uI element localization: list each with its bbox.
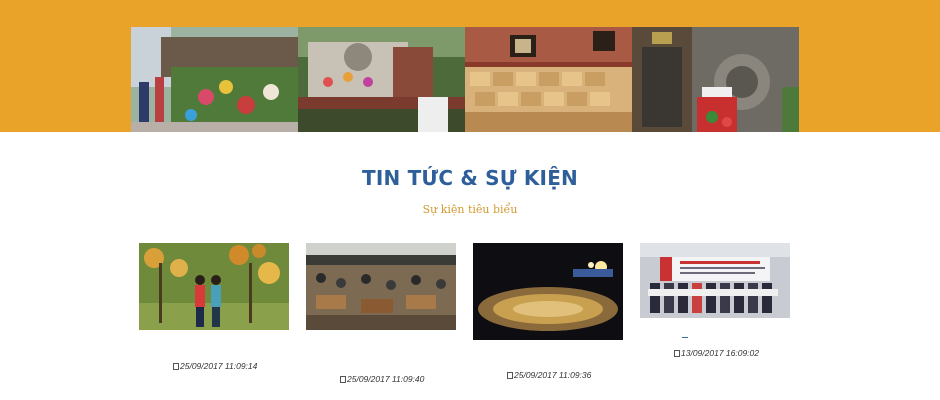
- news-card: 25/09/2017 11:09:40: [306, 243, 456, 384]
- news-date-text: 25/09/2017 11:09:14: [180, 361, 258, 371]
- news-card: 25/09/2017 11:09:14: [139, 243, 289, 371]
- rice-sacks-museum-photo: [465, 27, 632, 132]
- news-date-text: 25/09/2017 11:09:36: [514, 370, 592, 380]
- clock-icon: [507, 372, 513, 379]
- news-card: 13/09/2017 16:09:02: [640, 243, 790, 358]
- divider-dash: [682, 337, 688, 338]
- memorial-statue-photo: [298, 27, 465, 132]
- night-festival-dance-photo[interactable]: [473, 243, 623, 340]
- section-subtitle: Sự kiện tiêu biểu: [422, 203, 518, 216]
- stone-relief-photo: [632, 27, 799, 132]
- clock-icon: [173, 363, 179, 370]
- news-date: 25/09/2017 11:09:40: [340, 374, 424, 384]
- tourism-award-ceremony-photo[interactable]: [640, 243, 790, 318]
- news-date: 25/09/2017 11:09:36: [507, 370, 591, 380]
- livestock-market-photo[interactable]: [306, 243, 456, 330]
- news-card: 25/09/2017 11:09:36: [473, 243, 623, 380]
- news-date-text: 13/09/2017 16:09:02: [681, 348, 759, 358]
- news-date: 25/09/2017 11:09:14: [173, 361, 257, 371]
- orchard-couple-photo[interactable]: [139, 243, 289, 330]
- clock-icon: [674, 350, 680, 357]
- banner-photo-strip: [131, 27, 799, 132]
- flower-market-photo: [131, 27, 298, 132]
- clock-icon: [340, 376, 346, 383]
- section-title: TIN TỨC & SỰ KIỆN: [362, 166, 578, 190]
- news-date: 13/09/2017 16:09:02: [674, 348, 759, 358]
- news-date-text: 25/09/2017 11:09:40: [347, 374, 425, 384]
